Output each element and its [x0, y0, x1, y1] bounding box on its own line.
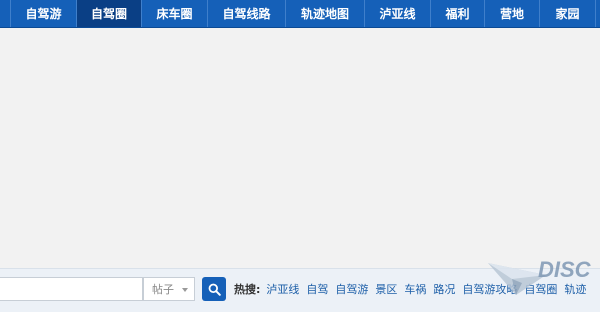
hot-link[interactable]: 自驾游 [335, 281, 368, 297]
caret-down-icon [182, 288, 188, 292]
hot-link[interactable]: 自驾圈 [524, 281, 557, 297]
hot-link[interactable]: 自驾游攻略 [462, 281, 517, 297]
nav-item-guijiditu[interactable]: 轨迹地图 [286, 0, 365, 27]
nav-item-zijiaxianlu[interactable]: 自驾线路 [208, 0, 286, 27]
search-button[interactable] [202, 277, 226, 301]
hot-link[interactable]: 路况 [433, 281, 455, 297]
hot-link[interactable]: 景区 [375, 281, 397, 297]
nav-divider [0, 0, 11, 27]
nav-item-luyaxian[interactable]: 泸亚线 [365, 0, 431, 27]
search-type-label: 帖子 [152, 283, 174, 296]
hot-search-label: 热搜: [234, 283, 261, 296]
hot-link[interactable]: 自驾 [306, 281, 328, 297]
top-navigation: 自驾游 自驾圈 床车圈 自驾线路 轨迹地图 泸亚线 福利 营地 家园 [0, 0, 600, 28]
nav-item-fuli[interactable]: 福利 [431, 0, 485, 27]
nav-item-zijiaquan[interactable]: 自驾圈 [77, 0, 142, 27]
search-icon [208, 283, 221, 296]
hot-search: 热搜: 泸亚线 自驾 自驾游 景区 车祸 路况 自驾游攻略 自驾圈 轨迹 [234, 277, 593, 301]
search-bar: 帖子 热搜: 泸亚线 自驾 自驾游 景区 车祸 路况 自驾游攻略 自驾圈 轨迹 [0, 268, 600, 312]
nav-item-zijiayou[interactable]: 自驾游 [11, 0, 77, 27]
search-type-select[interactable]: 帖子 [143, 277, 195, 301]
nav-item-chuangchequan[interactable]: 床车圈 [142, 0, 208, 27]
content-area [0, 28, 600, 268]
hot-link[interactable]: 车祸 [404, 281, 426, 297]
nav-item-jiayuan[interactable]: 家园 [540, 0, 596, 27]
hot-link[interactable]: 轨迹 [564, 281, 586, 297]
search-input[interactable] [0, 277, 143, 301]
nav-item-yingdi[interactable]: 营地 [485, 0, 540, 27]
hot-link[interactable]: 泸亚线 [266, 281, 299, 297]
